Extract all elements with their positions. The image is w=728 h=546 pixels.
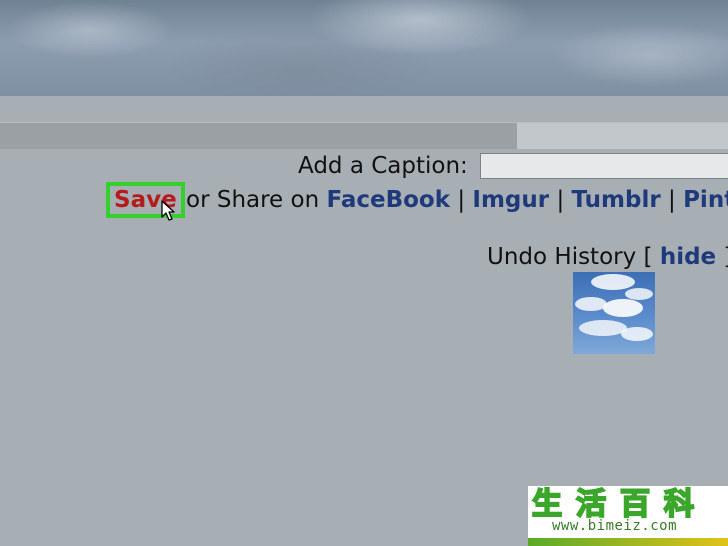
separator: |	[457, 187, 466, 213]
sky-banner-image	[0, 0, 728, 96]
cloud-sky-thumbnail-icon	[575, 274, 653, 341]
separator: |	[556, 187, 565, 213]
progress-fill	[0, 123, 517, 149]
undo-history-row: Undo History [ hide ]	[487, 242, 728, 272]
caption-label: Add a Caption:	[298, 153, 468, 179]
imgur-link[interactable]: Imgur	[472, 187, 549, 213]
tumblr-link[interactable]: Tumblr	[572, 187, 661, 213]
undo-history-close-bracket: ]	[723, 244, 728, 270]
share-row: Save or Share on FaceBook | Imgur | Tumb…	[106, 182, 728, 218]
pinterest-link[interactable]: Pinte	[683, 187, 728, 213]
watermark-stripe	[528, 538, 728, 546]
separator: |	[668, 187, 676, 213]
banner-edge	[0, 96, 728, 120]
share-prefix-text: or Share on	[186, 187, 320, 213]
caption-input[interactable]	[480, 153, 728, 179]
watermark-logo-glyphs: 生活百科	[531, 486, 708, 523]
watermark-url: www.bimeiz.com	[552, 518, 678, 534]
svg-text:生活百科: 生活百科	[532, 487, 708, 520]
facebook-link[interactable]: FaceBook	[326, 187, 450, 213]
cursor-arrow-icon	[161, 200, 175, 221]
hide-link[interactable]: hide	[660, 244, 716, 270]
undo-history-label: Undo History [	[487, 244, 653, 270]
progress-bar	[0, 122, 728, 149]
watermark-logo: 生活百科 www.bimeiz.com	[528, 486, 728, 546]
history-thumbnail[interactable]	[573, 272, 655, 354]
